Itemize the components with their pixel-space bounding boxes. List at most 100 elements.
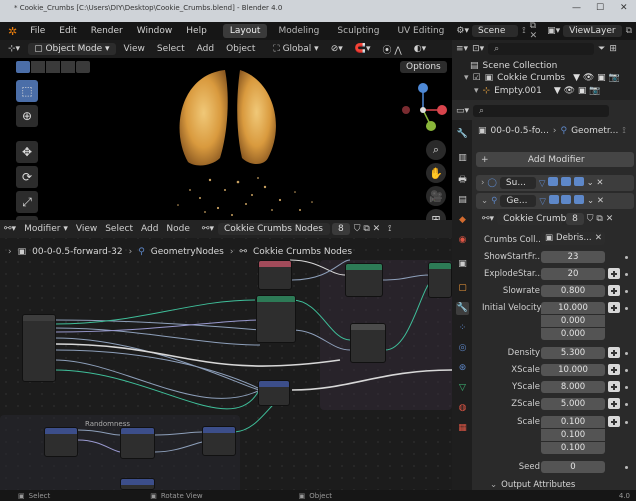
- camera-icon[interactable]: 🎥: [426, 186, 446, 206]
- keyframe-dot-icon[interactable]: [625, 421, 628, 424]
- nodetree-icon[interactable]: ⚯▾: [194, 224, 218, 234]
- menu-render[interactable]: Render: [84, 26, 130, 36]
- node-blue-header-5[interactable]: [120, 478, 155, 490]
- 3d-viewport[interactable]: ⬚ ⊕ ✥ ⟳ ⤢ ⊞ Options ⌕ ✋ 🎥 ⊞: [0, 40, 452, 220]
- pin-node-icon[interactable]: ⟟: [384, 224, 395, 234]
- overlay-icon[interactable]: ◐▾: [410, 44, 430, 54]
- tab-layout[interactable]: Layout: [222, 24, 268, 38]
- add-attribute-icon[interactable]: [608, 381, 620, 392]
- world-tab-icon[interactable]: ◉: [456, 234, 469, 247]
- ne-menu-select[interactable]: Select: [101, 224, 137, 234]
- add-attribute-icon[interactable]: [608, 347, 620, 358]
- scene-selector[interactable]: Scene: [471, 25, 519, 37]
- physics-tab-icon[interactable]: ◎: [456, 342, 469, 355]
- snap-icon[interactable]: 🧲▾: [351, 44, 375, 54]
- node-group-selector[interactable]: Cokkie Crumbs Nodes: [217, 223, 330, 235]
- props-pin-icon[interactable]: ⟟: [622, 126, 625, 136]
- scale-y-field[interactable]: 0.100: [541, 429, 605, 441]
- node-blue-header-4[interactable]: [202, 426, 236, 456]
- node-red-header[interactable]: [258, 260, 292, 290]
- outliner-row-empty[interactable]: ▾ ⊹ Empty.001 ▼ 👁 ▣ 📷: [474, 86, 634, 96]
- initial-velocity-x-field[interactable]: 10.000: [541, 302, 605, 314]
- pivot-icon[interactable]: ⊘▾: [327, 44, 347, 54]
- node-green-header-1[interactable]: [256, 295, 296, 343]
- visibility-icons-2[interactable]: ▼ 👁 ▣ 📷: [554, 86, 601, 96]
- node-blue-header-1[interactable]: [258, 380, 290, 406]
- zscale-field[interactable]: 5.000: [541, 398, 605, 410]
- node-editor-type-icon[interactable]: ⚯▾: [0, 224, 20, 234]
- initial-velocity-z-field[interactable]: 0.000: [541, 328, 605, 340]
- particles-tab-icon[interactable]: ⁘: [456, 322, 469, 335]
- modifier-tab-icon[interactable]: 🔧: [456, 302, 469, 315]
- keyframe-dot-icon[interactable]: [625, 307, 628, 310]
- node-gray-header[interactable]: [350, 323, 386, 363]
- grid-icon[interactable]: ⊞: [426, 209, 446, 220]
- vp-menu-view[interactable]: View: [120, 44, 149, 54]
- vp-menu-add[interactable]: Add: [193, 44, 218, 54]
- viewlayer-icon[interactable]: ▣▾: [544, 26, 563, 36]
- scale-z-field[interactable]: 0.100: [541, 442, 605, 454]
- keyframe-dot-icon[interactable]: [625, 352, 628, 355]
- add-attribute-icon[interactable]: [608, 364, 620, 375]
- keyframe-dot-icon[interactable]: [625, 386, 628, 389]
- vp-menu-object[interactable]: Object: [222, 44, 259, 54]
- explode-start-field[interactable]: 20: [541, 268, 605, 280]
- output-tab-icon[interactable]: 🖶: [456, 174, 469, 187]
- nodegroup-actions-icon[interactable]: ⛉ ⧉ ✕: [587, 214, 613, 224]
- modifier2-toggles[interactable]: ▽: [539, 195, 585, 207]
- breadcrumb-nodegroup[interactable]: Cokkie Crumbs Nodes: [253, 247, 352, 257]
- modifier1-name[interactable]: Su...: [499, 177, 536, 189]
- data-tab-icon[interactable]: ▽: [456, 382, 469, 395]
- slowrate-field[interactable]: 0.800: [541, 285, 605, 297]
- crumbs-collection-field[interactable]: ▣ Debris... ✕: [541, 232, 605, 245]
- add-attribute-icon[interactable]: [608, 398, 620, 409]
- rotate-tool-icon[interactable]: ⟳: [16, 166, 38, 188]
- keyframe-dot-icon[interactable]: [625, 290, 628, 293]
- transform-orientation[interactable]: ⛶ Global ▾: [263, 44, 322, 54]
- scene-tab-icon[interactable]: ◆: [456, 214, 469, 227]
- outliner-display-icon[interactable]: ⊡▾: [472, 44, 484, 54]
- tool-tab-icon[interactable]: 🔧: [456, 128, 469, 141]
- node-blue-header-2[interactable]: [44, 427, 78, 457]
- collapse-icon[interactable]: ›: [481, 178, 484, 188]
- collection-tab-icon[interactable]: ▣: [456, 258, 469, 271]
- select-intersect-icon[interactable]: [76, 61, 90, 73]
- output-attributes-panel[interactable]: ⌄ Output Attributes: [490, 480, 575, 490]
- show-start-frame-field[interactable]: 23: [541, 251, 605, 263]
- select-tool-icon[interactable]: ⬚: [16, 80, 38, 102]
- checkbox-icon[interactable]: ☑: [473, 73, 481, 83]
- xscale-field[interactable]: 10.000: [541, 364, 605, 376]
- select-invert-icon[interactable]: [61, 61, 75, 73]
- options-dropdown[interactable]: Options: [400, 61, 447, 73]
- ne-menu-add[interactable]: Add: [137, 224, 162, 234]
- scene-icon[interactable]: ⚙▾: [453, 26, 472, 36]
- new-collection-icon[interactable]: ⊞: [609, 44, 617, 54]
- outliner-editor-icon[interactable]: ≡▾: [456, 44, 468, 54]
- group-input-node[interactable]: [22, 314, 56, 382]
- add-attribute-icon[interactable]: [608, 416, 620, 427]
- keyframe-dot-icon[interactable]: [625, 256, 628, 259]
- tab-uv-editing[interactable]: UV Editing: [390, 24, 451, 38]
- modifier2-menu-icon[interactable]: ⌄ ✕: [587, 196, 604, 206]
- viewlayer-add-icon[interactable]: ⧉: [622, 26, 636, 36]
- vp-menu-select[interactable]: Select: [153, 44, 189, 54]
- scale-x-field[interactable]: 0.100: [541, 416, 605, 428]
- nodegroup-browse-icon[interactable]: ⚯▾: [482, 214, 494, 224]
- filter-icon[interactable]: ⏷: [598, 44, 605, 54]
- keyframe-dot-icon[interactable]: [625, 403, 628, 406]
- clear-collection-icon[interactable]: ✕: [595, 232, 605, 245]
- keyframe-dot-icon[interactable]: [625, 273, 628, 276]
- tab-sculpting[interactable]: Sculpting: [330, 24, 386, 38]
- node-editor-mode[interactable]: Modifier ▾: [20, 224, 72, 234]
- move-tool-icon[interactable]: ✥: [16, 141, 38, 163]
- node-green-header-3[interactable]: [428, 262, 452, 298]
- modifier-subsurf[interactable]: › ◯ Su... ▽ ⌄ ✕: [476, 175, 634, 191]
- select-subtract-icon[interactable]: [46, 61, 60, 73]
- pan-hand-icon[interactable]: ✋: [426, 163, 446, 183]
- mode-dropdown[interactable]: ▢ Object Mode ▾: [28, 43, 116, 55]
- tab-modeling[interactable]: Modeling: [271, 24, 326, 38]
- modifier1-toggles[interactable]: ▽: [539, 177, 584, 189]
- properties-search-input[interactable]: ⌕: [473, 105, 610, 117]
- select-extend-icon[interactable]: [31, 61, 45, 73]
- expand-modifier-icon[interactable]: ⌄: [481, 196, 488, 206]
